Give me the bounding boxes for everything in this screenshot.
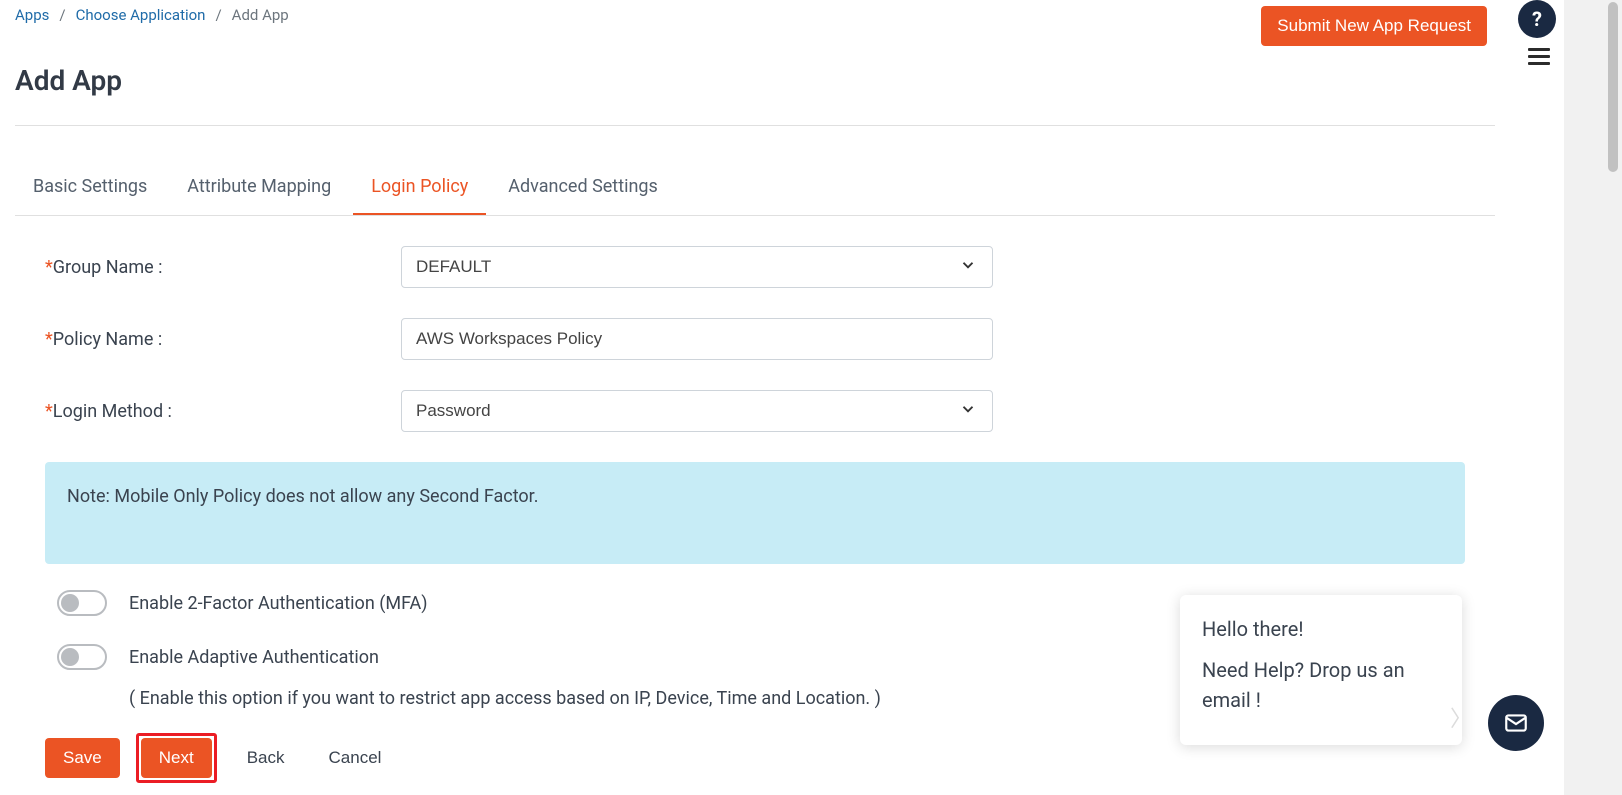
breadcrumb-separator: / [215, 6, 221, 24]
scrollbar-thumb[interactable] [1608, 2, 1618, 172]
next-button-highlight: Next [136, 733, 217, 783]
login-method-select[interactable] [401, 390, 993, 432]
mfa-toggle-label: Enable 2-Factor Authentication (MFA) [129, 593, 428, 614]
policy-name-input[interactable] [401, 318, 993, 360]
scrollbar-track[interactable] [1564, 0, 1622, 795]
policy-name-label: *Policy Name : [45, 329, 401, 350]
hamburger-menu-icon[interactable] [1528, 44, 1550, 69]
chat-greeting: Hello there! [1202, 617, 1440, 641]
chat-help-text: Need Help? Drop us an email ! [1202, 655, 1440, 715]
question-mark-icon: ? [1532, 7, 1542, 31]
help-icon[interactable]: ? [1518, 0, 1556, 38]
back-button[interactable]: Back [233, 738, 299, 778]
tabs: Basic Settings Attribute Mapping Login P… [15, 164, 1495, 216]
login-method-label: *Login Method : [45, 401, 401, 422]
adaptive-auth-toggle[interactable] [57, 644, 107, 670]
chat-popup-arrow: 〉 [1450, 701, 1472, 733]
next-button[interactable]: Next [141, 738, 212, 778]
mfa-toggle[interactable] [57, 590, 107, 616]
tab-attribute-mapping[interactable]: Attribute Mapping [169, 164, 349, 215]
breadcrumb-choose-application[interactable]: Choose Application [76, 6, 206, 24]
save-button[interactable]: Save [45, 738, 120, 778]
note-box: Note: Mobile Only Policy does not allow … [45, 462, 1465, 564]
submit-new-app-request-button[interactable]: Submit New App Request [1261, 6, 1487, 46]
breadcrumb: Apps / Choose Application / Add App [15, 6, 289, 24]
chat-popup: Hello there! Need Help? Drop us an email… [1180, 595, 1462, 745]
breadcrumb-apps[interactable]: Apps [15, 6, 49, 24]
tab-login-policy[interactable]: Login Policy [353, 164, 486, 215]
breadcrumb-current: Add App [232, 6, 289, 24]
cancel-button[interactable]: Cancel [315, 738, 396, 778]
chat-button[interactable] [1488, 695, 1544, 751]
tab-basic-settings[interactable]: Basic Settings [15, 164, 165, 215]
group-name-label: *Group Name : [45, 257, 401, 278]
divider [15, 125, 1495, 126]
group-name-select[interactable] [401, 246, 993, 288]
page-title: Add App [15, 64, 1495, 97]
tab-advanced-settings[interactable]: Advanced Settings [490, 164, 676, 215]
adaptive-auth-toggle-label: Enable Adaptive Authentication [129, 647, 379, 668]
mail-icon [1503, 710, 1529, 736]
breadcrumb-separator: / [59, 6, 65, 24]
